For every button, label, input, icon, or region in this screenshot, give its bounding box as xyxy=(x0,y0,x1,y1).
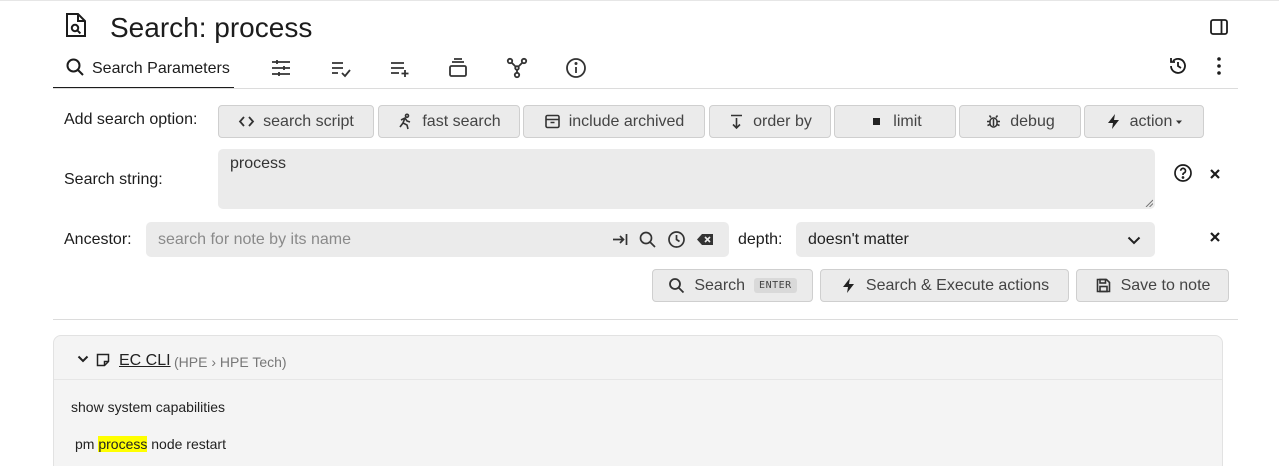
stack-icon[interactable] xyxy=(446,56,470,80)
top-border xyxy=(0,0,1279,1)
jump-to-icon[interactable] xyxy=(611,230,630,249)
result-content-line: show system capabilities xyxy=(71,399,226,415)
recent-clock-icon[interactable] xyxy=(667,230,686,249)
result-match-line: pm process node restart xyxy=(75,436,226,452)
save-to-note-button[interactable]: Save to note xyxy=(1076,269,1229,302)
run-icon xyxy=(399,113,411,130)
chevron-down-icon[interactable] xyxy=(76,352,90,366)
match-prefix: pm xyxy=(75,436,99,452)
search-script-button[interactable]: search script xyxy=(218,105,374,138)
sidebar-toggle-icon[interactable] xyxy=(1209,17,1229,37)
fast-search-button[interactable]: fast search xyxy=(378,105,520,138)
help-icon[interactable] xyxy=(1173,163,1193,183)
result-note-link[interactable]: EC CLI xyxy=(119,352,171,370)
add-search-option-label: Add search option: xyxy=(64,111,198,128)
order-by-button[interactable]: order by xyxy=(709,105,831,138)
search-string-input[interactable]: process xyxy=(218,149,1155,209)
ancestor-field xyxy=(146,222,729,257)
search-icon xyxy=(669,278,685,294)
limit-button[interactable]: limit xyxy=(834,105,956,138)
depth-select[interactable]: doesn't matter xyxy=(796,222,1155,257)
results-divider xyxy=(53,319,1238,320)
search-result-card: EC CLI (HPE › HPE Tech) show system capa… xyxy=(53,335,1223,466)
action-dropdown-button[interactable]: action xyxy=(1084,105,1204,138)
info-icon[interactable] xyxy=(564,56,588,80)
search-icon[interactable] xyxy=(638,230,657,249)
depth-label: depth: xyxy=(738,231,783,248)
page-title: Search: process xyxy=(110,12,313,43)
square-icon xyxy=(873,118,881,125)
ancestor-label: Ancestor: xyxy=(64,231,132,248)
search-execute-actions-button[interactable]: Search & Execute actions xyxy=(820,269,1069,302)
include-archived-button[interactable]: include archived xyxy=(523,105,705,138)
code-icon xyxy=(238,116,255,127)
save-icon xyxy=(1096,278,1110,293)
search-string-label: Search string: xyxy=(64,171,163,188)
remove-ancestor-icon[interactable] xyxy=(1207,229,1223,245)
resize-handle-icon[interactable] xyxy=(1145,199,1153,207)
tab-search-parameters[interactable]: Search Parameters xyxy=(53,50,234,89)
more-vertical-icon[interactable] xyxy=(1208,55,1230,77)
ancestor-input[interactable] xyxy=(146,222,596,257)
match-highlight: process xyxy=(98,436,148,452)
bolt-icon xyxy=(1107,114,1119,129)
list-check-icon[interactable] xyxy=(329,56,353,80)
caret-down-icon xyxy=(1176,120,1183,124)
bug-icon xyxy=(987,115,1001,128)
search-button[interactable]: Search ENTER xyxy=(652,269,813,302)
chevron-down-icon xyxy=(1127,236,1141,244)
match-suffix: node restart xyxy=(147,436,226,452)
debug-button[interactable]: debug xyxy=(959,105,1081,138)
clear-backspace-icon[interactable] xyxy=(696,230,715,249)
result-note-path: (HPE › HPE Tech) xyxy=(174,354,287,370)
tab-label: Search Parameters xyxy=(92,60,230,77)
search-icon xyxy=(66,58,84,76)
sort-down-icon xyxy=(731,114,743,130)
archive-icon xyxy=(544,114,560,129)
depth-select-value: doesn't matter xyxy=(808,230,909,248)
bolt-icon xyxy=(842,278,854,293)
note-icon xyxy=(96,353,110,367)
remove-search-string-icon[interactable] xyxy=(1207,166,1223,182)
search-string-value: process xyxy=(230,155,287,172)
graph-icon[interactable] xyxy=(505,56,529,80)
sliders-icon[interactable] xyxy=(269,56,293,80)
result-header: EC CLI (HPE › HPE Tech) xyxy=(54,336,1222,380)
enter-shortcut-badge: ENTER xyxy=(754,278,797,293)
list-add-icon[interactable] xyxy=(388,56,412,80)
ribbon-divider xyxy=(53,88,1238,89)
search-note-icon xyxy=(66,13,86,37)
history-icon[interactable] xyxy=(1167,55,1189,77)
